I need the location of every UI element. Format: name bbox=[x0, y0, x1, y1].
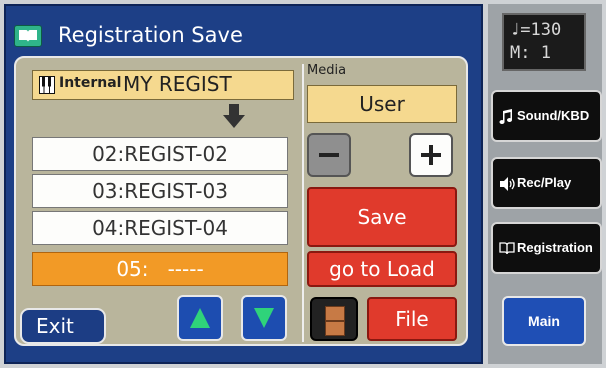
file-button[interactable]: File bbox=[367, 297, 457, 341]
arrow-down-icon bbox=[223, 104, 245, 128]
screen: Registration Save Internal MY REGIST 02:… bbox=[0, 0, 606, 368]
plus-button[interactable] bbox=[409, 133, 453, 177]
rec-play-label: Rec/Play bbox=[517, 175, 572, 190]
page-title: Registration Save bbox=[58, 23, 243, 47]
rec-play-button[interactable]: Rec/Play bbox=[491, 157, 602, 209]
exit-button[interactable]: Exit bbox=[20, 308, 106, 344]
media-label: Media bbox=[307, 63, 347, 78]
slot-item-selected[interactable]: 05: ----- bbox=[32, 252, 288, 286]
sound-kbd-button[interactable]: Sound/KBD bbox=[491, 90, 602, 142]
source-name: MY REGIST bbox=[123, 72, 232, 96]
minus-icon bbox=[319, 153, 339, 157]
triangle-down-icon bbox=[254, 308, 274, 328]
piano-icon bbox=[39, 76, 55, 94]
slot-item[interactable]: 03:REGIST-03 bbox=[32, 174, 288, 208]
slot-item[interactable]: 02:REGIST-02 bbox=[32, 137, 288, 171]
speaker-icon bbox=[499, 176, 515, 195]
divider bbox=[302, 64, 304, 342]
save-button[interactable]: Save bbox=[307, 187, 457, 247]
go-to-load-button[interactable]: go to Load bbox=[307, 251, 457, 287]
registration-button[interactable]: Registration bbox=[491, 222, 602, 274]
file-cabinet-icon[interactable] bbox=[310, 297, 358, 341]
registration-label: Registration bbox=[517, 240, 593, 255]
scroll-up-button[interactable] bbox=[177, 295, 223, 341]
music-note-icon bbox=[499, 109, 513, 128]
triangle-up-icon bbox=[190, 308, 210, 328]
tempo-display: ♩=130 M: 1 bbox=[502, 13, 586, 71]
book-icon bbox=[14, 25, 42, 47]
book-open-icon bbox=[499, 241, 515, 258]
minus-button[interactable] bbox=[307, 133, 351, 177]
scroll-down-button[interactable] bbox=[241, 295, 287, 341]
slot-item[interactable]: 04:REGIST-04 bbox=[32, 211, 288, 245]
media-select[interactable]: User bbox=[307, 85, 457, 123]
plus-icon bbox=[421, 145, 441, 165]
main-button[interactable]: Main bbox=[502, 296, 586, 346]
tempo-value: ♩=130 bbox=[510, 20, 562, 40]
measure-value: M: 1 bbox=[510, 43, 551, 63]
source-registration: Internal MY REGIST bbox=[32, 70, 294, 100]
sound-kbd-label: Sound/KBD bbox=[517, 108, 590, 123]
source-location: Internal bbox=[59, 75, 122, 91]
